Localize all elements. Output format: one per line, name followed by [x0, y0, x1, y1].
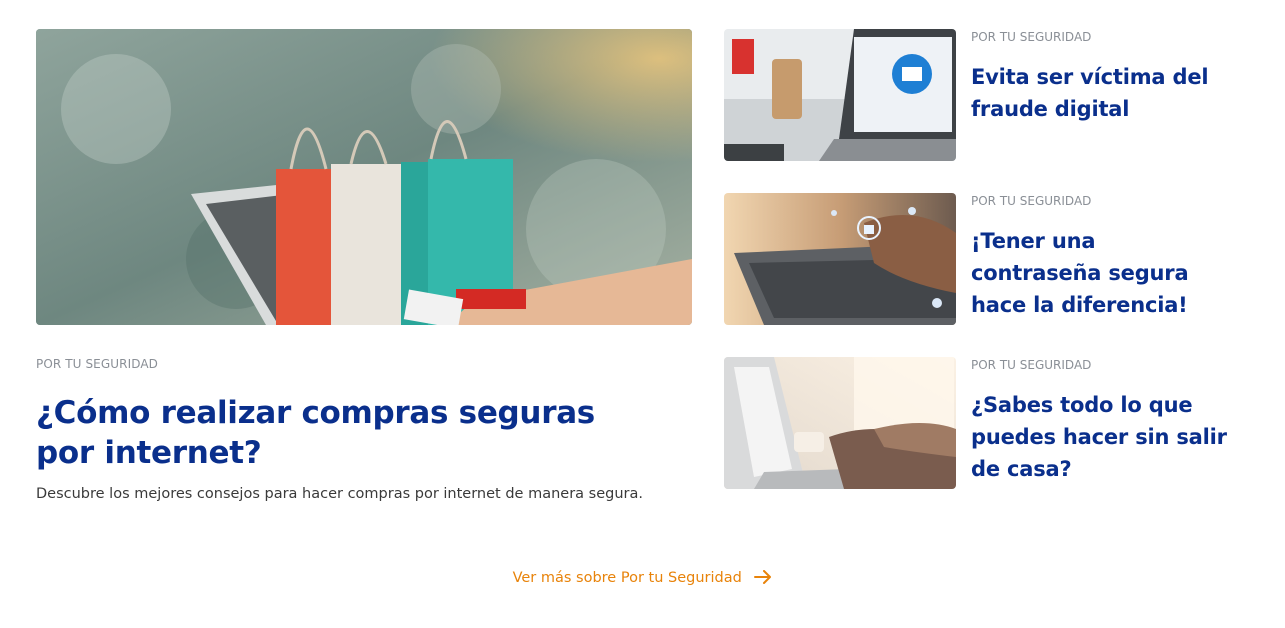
- side-article-card: POR TU SEGURIDAD ¿Sabes todo lo que pued…: [724, 357, 1244, 489]
- featured-article-description: Descubre los mejores consejos para hacer…: [36, 486, 643, 502]
- side-article-title[interactable]: ¿Sabes todo lo que puedes hacer sin sali…: [971, 389, 1231, 485]
- arrow-right-icon: [754, 570, 772, 588]
- side-article-image[interactable]: [724, 29, 956, 161]
- side-article-title[interactable]: ¡Tener una contraseña segura hace la dif…: [971, 225, 1231, 321]
- side-article-image[interactable]: [724, 193, 956, 325]
- see-more-link[interactable]: Ver más sobre Por tu Seguridad: [0, 570, 1285, 588]
- side-article-image[interactable]: [724, 357, 956, 489]
- featured-article-title[interactable]: ¿Cómo realizar compras seguras por inter…: [36, 393, 636, 473]
- side-article-title[interactable]: Evita ser víctima del fraude digital: [971, 61, 1231, 125]
- side-article-category: POR TU SEGURIDAD: [971, 194, 1092, 208]
- featured-article-image[interactable]: [36, 29, 692, 325]
- side-article-card: POR TU SEGURIDAD Evita ser víctima del f…: [724, 29, 1244, 161]
- see-more-label: Ver más sobre Por tu Seguridad: [512, 570, 742, 586]
- side-article-card: POR TU SEGURIDAD ¡Tener una contraseña s…: [724, 193, 1244, 325]
- featured-article-category: POR TU SEGURIDAD: [36, 357, 158, 371]
- side-article-category: POR TU SEGURIDAD: [971, 30, 1092, 44]
- side-article-category: POR TU SEGURIDAD: [971, 358, 1092, 372]
